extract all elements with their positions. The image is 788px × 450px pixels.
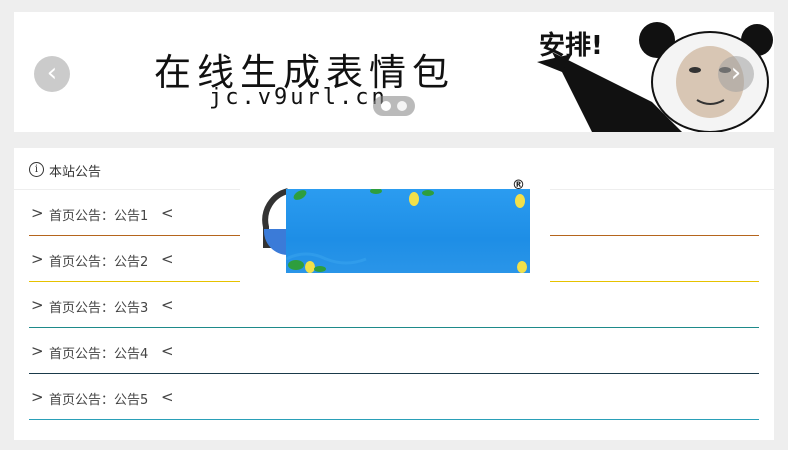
chevron-left-icon: <	[161, 204, 174, 222]
carousel-prev-button[interactable]: ‹	[34, 56, 70, 92]
banner-url: jc.v9url.cn	[209, 85, 388, 110]
notice-item[interactable]: > 首页公告：公告5 <	[29, 374, 759, 420]
notice-item[interactable]: > 首页公告：公告3 <	[29, 282, 759, 328]
meme-caption: 安排!	[539, 31, 603, 61]
notice-title: 本站公告	[49, 165, 102, 180]
chevron-left-icon: <	[161, 296, 174, 314]
notice-item-label[interactable]: 首页公告：公告4	[49, 343, 148, 362]
chevron-right-icon: >	[31, 342, 44, 360]
chevron-right-icon: >	[31, 388, 44, 406]
chevron-left-icon: <	[161, 388, 174, 406]
carousel-next-button[interactable]: ›	[718, 56, 754, 92]
notice-item-label[interactable]: 首页公告：公告3	[49, 297, 148, 316]
carousel-dot-1[interactable]	[381, 101, 391, 111]
chevron-left-icon: <	[161, 250, 174, 268]
ad-banner-image[interactable]	[286, 189, 530, 273]
notice-divider	[29, 419, 759, 420]
carousel-indicator	[373, 96, 415, 116]
leaf-decoration-icon	[286, 189, 527, 273]
notice-item-label[interactable]: 首页公告：公告1	[49, 205, 148, 224]
info-icon: i	[29, 162, 44, 177]
notice-item-label[interactable]: 首页公告：公告2	[49, 251, 148, 270]
carousel-dot-2[interactable]	[397, 101, 407, 111]
registered-mark: ®	[512, 178, 525, 193]
chevron-left-icon: <	[161, 342, 174, 360]
chevron-right-icon: >	[31, 204, 44, 222]
notice-item-label[interactable]: 首页公告：公告5	[49, 389, 148, 408]
banner-carousel[interactable]: 在线生成表情包 jc.v9url.cn 安排! ‹ ›	[14, 12, 774, 132]
chevron-right-icon: >	[31, 250, 44, 268]
notice-item[interactable]: > 首页公告：公告4 <	[29, 328, 759, 374]
chevron-right-icon: >	[31, 296, 44, 314]
